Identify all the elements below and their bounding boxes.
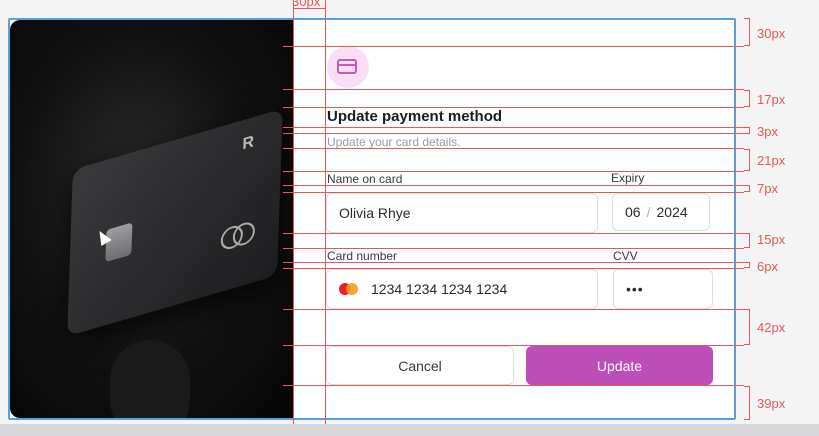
dimension-label: 7px	[757, 181, 778, 196]
dimension-bracket	[744, 309, 750, 345]
guide-line	[293, 0, 294, 426]
guide-line	[283, 385, 744, 386]
mastercard-logo-icon	[339, 283, 359, 295]
cvv-value: •••	[626, 281, 644, 297]
guide-line	[293, 8, 325, 9]
guide-line	[283, 185, 744, 186]
credit-card-image: R	[67, 108, 283, 337]
guide-line	[283, 171, 744, 172]
guide-line	[283, 133, 744, 134]
dimension-bracket	[744, 18, 750, 46]
card-logo: R	[242, 132, 255, 154]
design-canvas: R Update payment method Update your card…	[0, 0, 819, 436]
card-number-value: 1234 1234 1234 1234	[371, 281, 508, 297]
guide-line	[283, 248, 744, 249]
expiry-year: 2024	[656, 204, 688, 220]
page-subtitle: Update your card details.	[327, 135, 461, 149]
dimension-bracket	[744, 233, 750, 248]
bottom-bar	[0, 424, 819, 436]
dimension-bracket	[744, 262, 750, 268]
guide-line	[283, 148, 744, 149]
guide-line	[283, 345, 744, 346]
guide-line	[283, 46, 744, 47]
guide-line	[283, 233, 744, 234]
hand-image	[110, 340, 190, 418]
dimension-label: 3px	[757, 124, 778, 139]
card-number-input[interactable]: 1234 1234 1234 1234	[326, 269, 598, 309]
dimension-bracket	[744, 149, 750, 171]
guide-line	[283, 268, 744, 269]
guide-line	[283, 89, 744, 90]
cancel-button[interactable]: Cancel	[326, 346, 514, 385]
dimension-bracket	[744, 386, 750, 420]
expiry-label: Expiry	[611, 171, 645, 185]
dimension-bracket	[744, 185, 750, 192]
dimension-label: 42px	[757, 320, 786, 335]
expiry-input[interactable]: 06 / 2024	[612, 193, 710, 231]
cvv-label: CVV	[613, 249, 638, 263]
expiry-month: 06	[625, 204, 641, 220]
dimension-label: 15px	[757, 232, 786, 247]
page-title: Update payment method	[327, 108, 503, 125]
dimension-label: 21px	[757, 153, 786, 168]
guide-line	[283, 107, 744, 108]
credit-card-icon	[327, 46, 369, 88]
dimension-label: 17px	[757, 92, 786, 107]
cvv-input[interactable]: •••	[613, 269, 713, 309]
card-photo: R	[10, 20, 294, 418]
mastercard-icon	[220, 219, 256, 252]
name-on-card-value: Olivia Rhye	[339, 205, 411, 221]
guide-line	[325, 0, 326, 426]
name-on-card-input[interactable]: Olivia Rhye	[326, 193, 598, 233]
dimension-label: 39px	[757, 396, 786, 411]
dimension-label: 30px	[757, 26, 786, 41]
update-button[interactable]: Update	[526, 346, 713, 385]
guide-line	[283, 127, 744, 128]
guide-line	[283, 192, 744, 193]
name-on-card-label: Name on card	[327, 172, 403, 186]
dimension-label: 6px	[757, 259, 778, 274]
expiry-separator: /	[646, 204, 651, 220]
card-number-label: Card number	[327, 249, 398, 263]
guide-line	[283, 262, 744, 263]
card-chip	[105, 222, 133, 263]
dimension-bracket	[744, 90, 750, 107]
dimension-bracket	[744, 127, 750, 134]
guide-line	[283, 309, 744, 310]
